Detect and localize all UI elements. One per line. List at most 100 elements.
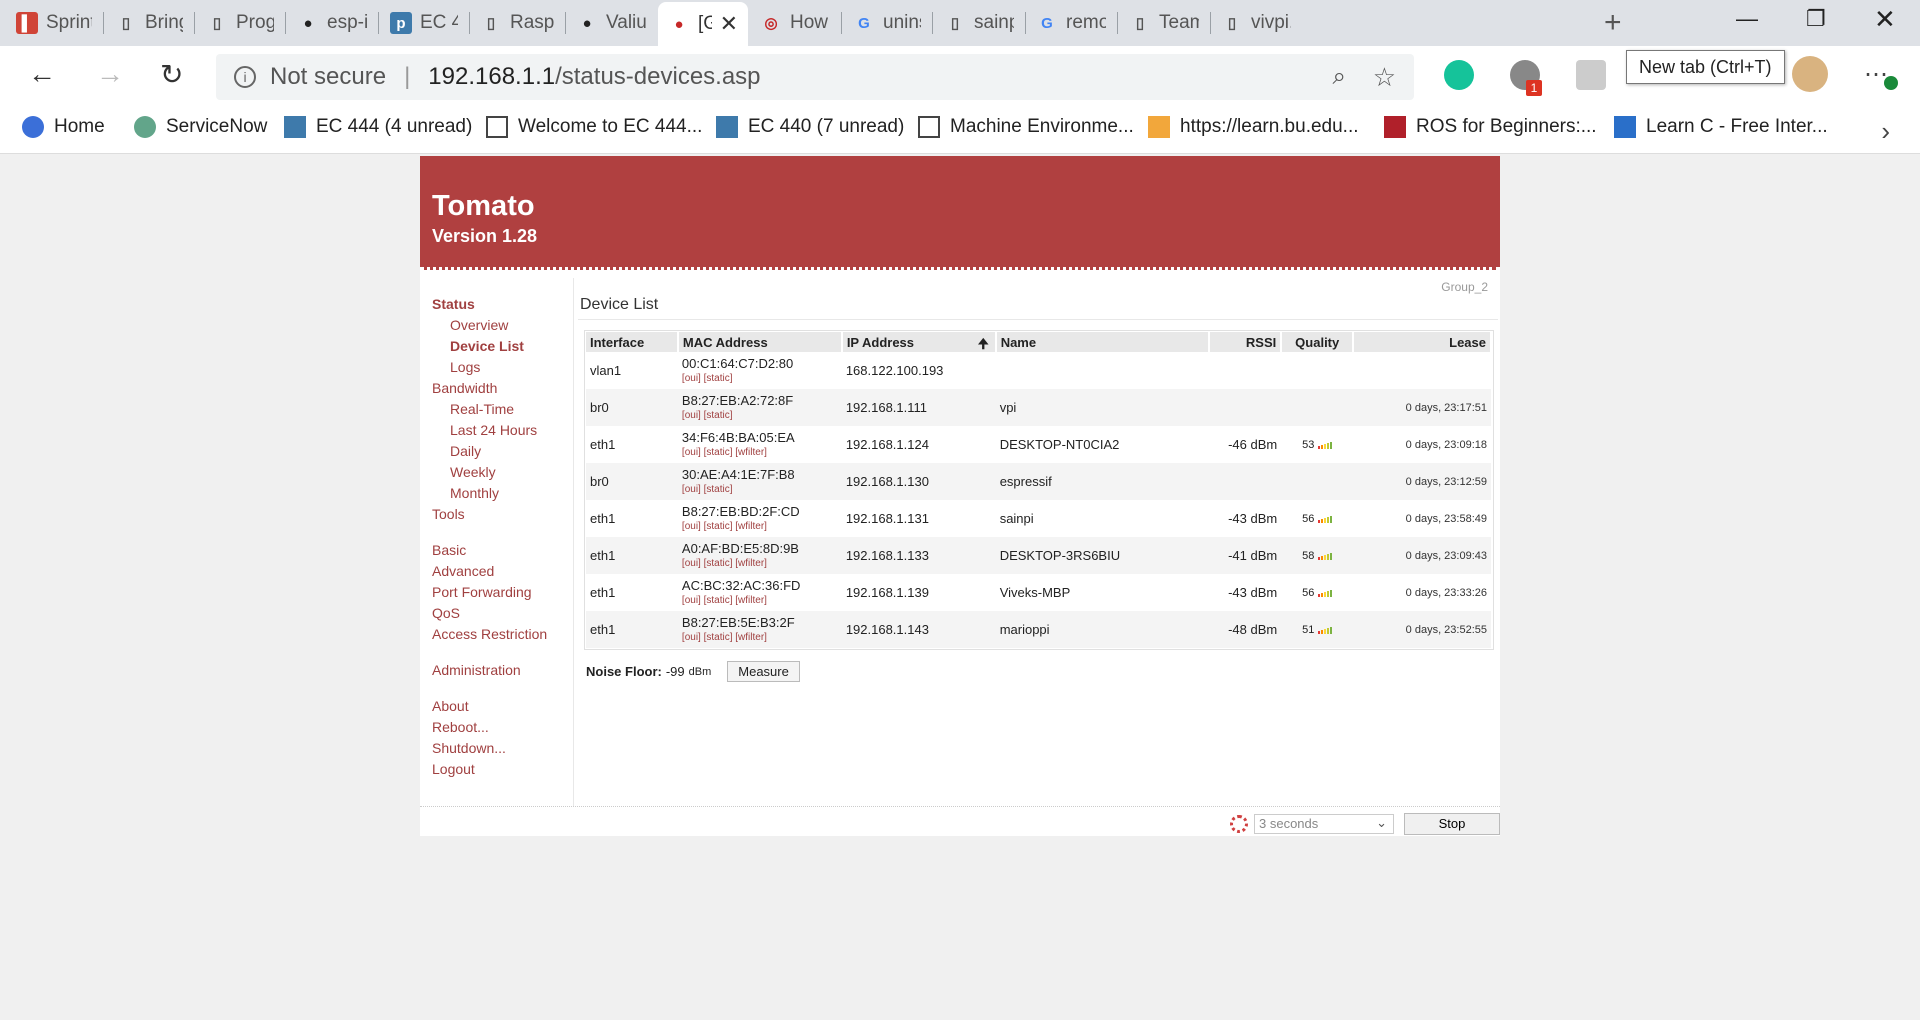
nav-bandwidth[interactable]: Bandwidth	[432, 380, 497, 396]
cell-name: vpi	[995, 389, 1210, 426]
tab-title: Sprint P	[46, 12, 92, 33]
browser-tab[interactable]: ▯ Raspbe	[470, 4, 564, 42]
tab-title: Bringin	[145, 12, 183, 33]
browser-tab[interactable]: ◎ How to	[750, 4, 840, 42]
nav-monthly[interactable]: Monthly	[450, 485, 499, 501]
col-mac-address[interactable]: MAC Address	[677, 332, 843, 352]
browser-tab[interactable]: ▯ Team C	[1119, 4, 1209, 42]
col-ip-address[interactable]: IP Address 🠉	[841, 332, 997, 352]
mac-address: 34:F6:4B:BA:05:EA	[681, 429, 795, 445]
nav-real-time[interactable]: Real-Time	[450, 401, 514, 417]
mac-action-links[interactable]: [oui] [static] [wfilter]	[682, 593, 838, 608]
nav-reboot[interactable]: Reboot...	[432, 719, 489, 735]
google-icon: G	[858, 14, 870, 32]
browser-tab[interactable]: ▯ Progres	[196, 4, 284, 42]
nav-basic[interactable]: Basic	[432, 542, 466, 558]
zoom-icon[interactable]: ⌕	[1333, 63, 1346, 91]
bookmark-item[interactable]: Welcome to EC 444...	[486, 116, 702, 138]
browser-tab[interactable]: ● [G ✕	[658, 2, 748, 46]
update-badge-icon	[1884, 76, 1898, 90]
page-icon	[486, 116, 508, 138]
bookmark-item[interactable]: Home	[22, 116, 105, 138]
minimize-button[interactable]: —	[1736, 6, 1758, 32]
nav-logs[interactable]: Logs	[450, 359, 480, 375]
info-icon[interactable]: i	[234, 66, 256, 88]
bookmark-label: ROS for Beginners:...	[1416, 116, 1597, 137]
cell-ip-address: 192.168.1.131	[845, 511, 929, 526]
nav-about[interactable]: About	[432, 698, 469, 714]
nav-tools[interactable]: Tools	[432, 506, 465, 522]
bookmark-item[interactable]: ROS for Beginners:...	[1384, 116, 1597, 138]
mac-action-links[interactable]: [oui] [static]	[682, 371, 838, 386]
browser-tab[interactable]: ● esp-idf	[287, 4, 377, 42]
nav-administration[interactable]: Administration	[432, 662, 521, 678]
nav-device-list[interactable]: Device List	[450, 338, 524, 354]
stop-button[interactable]: Stop	[1404, 813, 1500, 835]
browser-tab[interactable]: p EC 444	[380, 4, 468, 42]
col-rssi[interactable]: RSSI	[1209, 332, 1283, 352]
browser-tab[interactable]: Gremove	[1026, 4, 1116, 42]
puzzle-icon[interactable]	[1576, 60, 1606, 90]
nav-weekly[interactable]: Weekly	[450, 464, 496, 480]
browser-tab[interactable]: ▌ Sprint P	[6, 4, 102, 42]
bookmark-item[interactable]: EC 444 (4 unread)	[284, 116, 472, 138]
bookmark-item[interactable]: ServiceNow	[134, 116, 267, 138]
tab-title: Valiudo	[606, 12, 646, 33]
col-name[interactable]: Name	[995, 332, 1211, 352]
piazza-icon: p	[390, 12, 412, 34]
nav-shutdown[interactable]: Shutdown...	[432, 740, 506, 756]
nav-port-forwarding[interactable]: Port Forwarding	[432, 584, 532, 600]
browser-tab[interactable]: ▯ sainpi.l	[934, 4, 1024, 42]
cell-mac-address: 30:AE:A4:1E:7F:B8 [oui] [static]	[677, 463, 842, 500]
mac-action-links[interactable]: [oui] [static]	[682, 408, 838, 423]
tab-title: remove	[1066, 12, 1106, 33]
cell-rssi	[1209, 389, 1282, 426]
grammarly-icon[interactable]	[1444, 60, 1474, 90]
bookmark-item[interactable]: Learn C - Free Inter...	[1614, 116, 1828, 138]
address-bar[interactable]: i Not secure | 192.168.1.1/status-device…	[216, 54, 1414, 100]
forward-button[interactable]: →	[96, 58, 124, 90]
close-tab-icon[interactable]: ✕	[720, 11, 738, 37]
bookmark-item[interactable]: https://learn.bu.edu...	[1148, 116, 1359, 138]
measure-button[interactable]: Measure	[727, 661, 800, 682]
restore-button[interactable]: ❐	[1806, 6, 1826, 32]
avatar[interactable]	[1792, 56, 1828, 92]
col-lease[interactable]: Lease	[1353, 332, 1492, 352]
page-icon: ▯	[950, 15, 960, 32]
chevron-right-icon[interactable]: ›	[1881, 116, 1890, 147]
bookmark-item[interactable]: EC 440 (7 unread)	[716, 116, 904, 138]
piazza-icon	[284, 116, 306, 138]
servicenow-icon	[134, 116, 156, 138]
browser-tab[interactable]: ● Valiudo	[566, 4, 656, 42]
new-tab-button[interactable]: +	[1604, 6, 1622, 40]
nav-daily[interactable]: Daily	[450, 443, 481, 459]
nav-status[interactable]: Status	[432, 296, 475, 312]
reload-button[interactable]: ↻	[160, 58, 183, 91]
mac-action-links[interactable]: [oui] [static] [wfilter]	[682, 556, 838, 571]
nav-advanced[interactable]: Advanced	[432, 563, 494, 579]
col-quality[interactable]: Quality	[1281, 332, 1355, 352]
mac-action-links[interactable]: [oui] [static] [wfilter]	[682, 519, 838, 534]
bookmark-star-icon[interactable]: ☆	[1373, 62, 1396, 93]
mac-action-links[interactable]: [oui] [static]	[682, 482, 838, 497]
browser-tab[interactable]: ▯ vivpi.dc	[1211, 4, 1301, 42]
nav-last-24-hours[interactable]: Last 24 Hours	[450, 422, 537, 438]
close-window-button[interactable]: ✕	[1874, 4, 1896, 35]
nav-qos[interactable]: QoS	[432, 605, 460, 621]
col-interface[interactable]: Interface	[586, 332, 679, 352]
mac-action-links[interactable]: [oui] [static] [wfilter]	[682, 445, 838, 460]
cell-mac-address: B8:27:EB:A2:72:8F [oui] [static]	[677, 389, 842, 426]
mac-action-links[interactable]: [oui] [static] [wfilter]	[682, 630, 838, 645]
refresh-interval-select[interactable]: 3 seconds ⌄	[1254, 814, 1394, 834]
cell-rssi	[1209, 352, 1281, 389]
signal-bars-icon	[1318, 552, 1333, 560]
cell-name: espressif	[995, 463, 1210, 500]
back-button[interactable]: ←	[28, 58, 56, 90]
browser-tab[interactable]: Guninsta	[843, 4, 931, 42]
browser-tab[interactable]: ▯ Bringin	[105, 4, 193, 42]
nav-logout[interactable]: Logout	[432, 761, 475, 777]
nav-access-restriction[interactable]: Access Restriction	[432, 626, 547, 642]
nav-overview[interactable]: Overview	[450, 317, 508, 333]
bookmark-item[interactable]: Machine Environme...	[918, 116, 1134, 138]
cell-lease: 0 days, 23:52:55	[1353, 611, 1491, 648]
